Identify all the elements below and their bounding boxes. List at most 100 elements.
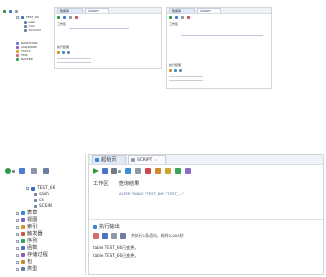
tree-category[interactable]: 函数 — [16, 245, 37, 251]
table-icon — [21, 211, 25, 215]
mini-work-area-label: 工作区 — [169, 22, 179, 26]
output-panel: 执行输出 共执行1条语句，耗时0.002秒 table TEST_66已变更。 … — [89, 219, 323, 275]
tree-category-label: 包 — [27, 259, 33, 265]
mini-toolbar — [169, 16, 269, 20]
tab-label: 起始页 — [101, 157, 117, 163]
mini-tab[interactable]: SCRIPT — [197, 8, 221, 13]
mini-refresh-icon[interactable] — [3, 10, 6, 13]
mini-format-icon[interactable] — [181, 16, 184, 19]
tab-start-page[interactable]: 起始页 — [92, 155, 126, 164]
expander-icon[interactable] — [16, 211, 19, 215]
expander-icon[interactable] — [16, 253, 19, 257]
collapse-icon[interactable] — [43, 168, 49, 174]
expander-icon[interactable] — [16, 246, 19, 250]
mini-export-icon[interactable] — [169, 69, 172, 72]
mini-export-icon[interactable] — [57, 51, 60, 54]
mini-format-icon[interactable] — [69, 16, 72, 19]
chevron-down-icon[interactable] — [118, 170, 121, 173]
tree-category[interactable]: 序列 — [16, 238, 37, 244]
output-icon — [93, 225, 97, 229]
editor-panel: 起始页 SCRIPT × 工作区 查询结果 ALTER TABLE "TEST_… — [88, 154, 324, 275]
format-icon[interactable] — [111, 168, 117, 174]
refresh-icon[interactable] — [19, 168, 25, 174]
tree-category[interactable]: 存储过程 — [16, 252, 48, 258]
mini-clear-icon[interactable] — [67, 51, 70, 54]
expander-icon[interactable] — [16, 225, 19, 229]
tree-category-label: 存储过程 — [27, 252, 48, 258]
history-icon[interactable] — [185, 168, 191, 174]
tree-category[interactable]: 触发器 — [16, 231, 43, 237]
tree-sub-item[interactable]: SCEIN — [34, 204, 52, 209]
mini-clear-icon[interactable] — [179, 69, 182, 72]
save-icon[interactable] — [102, 168, 108, 174]
sequence-icon — [21, 239, 25, 243]
main-screenshot: TEST_66 sash cx SCEIN 表草 视图 索引 触发器 序列 函数… — [0, 152, 326, 277]
mini-expander-icon[interactable] — [16, 16, 19, 19]
run-icon[interactable] — [93, 168, 99, 174]
expander-icon[interactable] — [16, 267, 19, 271]
mini-stop-icon[interactable] — [75, 16, 78, 19]
expander-icon[interactable] — [26, 187, 29, 190]
tree-category-label: 函数 — [27, 245, 38, 251]
tree-category[interactable]: 表草 — [16, 210, 37, 216]
mini-tab[interactable]: SCRIPT — [85, 8, 109, 13]
stop-icon[interactable] — [120, 233, 126, 239]
mini-save-icon[interactable] — [63, 16, 66, 19]
panel-splitter[interactable] — [85, 154, 86, 275]
mini-filter-icon[interactable] — [15, 10, 18, 13]
tab-script[interactable]: SCRIPT × — [128, 155, 166, 164]
mini-run-icon[interactable] — [169, 16, 172, 19]
expander-icon[interactable] — [16, 218, 19, 222]
tree-root[interactable]: TEST_66 — [26, 186, 55, 191]
sql-editor-line[interactable]: ALTER TABLE "TEST_66"."TEST_..." — [119, 191, 184, 196]
wizard-icon[interactable] — [175, 168, 181, 174]
mini-run-icon[interactable] — [57, 16, 60, 19]
comment-icon[interactable] — [155, 168, 161, 174]
eraser-icon[interactable] — [93, 233, 99, 239]
mini-connect-icon[interactable] — [9, 10, 12, 13]
mini-tab[interactable]: 数据库 — [169, 8, 195, 13]
output-title-label: 执行输出 — [99, 224, 120, 230]
edit-icon[interactable] — [165, 168, 171, 174]
expander-icon[interactable] — [16, 260, 19, 264]
mini-tree-group[interactable]: RASTER — [16, 58, 33, 61]
mini-tab-label: 数据库 — [172, 8, 182, 13]
mini-tree-server[interactable]: TEST_66 — [16, 16, 39, 19]
query-results-label[interactable]: 查询结果 — [119, 181, 140, 187]
mini-work-area-label: 工作区 — [57, 22, 67, 26]
tree-category-label: 索引 — [27, 224, 38, 230]
explain-icon[interactable] — [125, 168, 131, 174]
expander-icon[interactable] — [16, 232, 19, 236]
tree-category[interactable]: 类型 — [16, 266, 37, 272]
work-area-label[interactable]: 工作区 — [93, 181, 109, 187]
tree-sub-item[interactable]: cx — [34, 198, 44, 203]
view-icon — [21, 218, 25, 222]
mini-copy-icon[interactable] — [62, 51, 65, 54]
tree-category[interactable]: 包 — [16, 259, 32, 265]
mini-stop-icon[interactable] — [187, 16, 190, 19]
database-icon — [31, 186, 35, 191]
mini-results-label: 执行结果 — [57, 45, 70, 49]
close-icon[interactable]: × — [154, 158, 157, 162]
filter-icon[interactable] — [31, 168, 37, 174]
object-tree-panel: TEST_66 sash cx SCEIN 表草 视图 索引 触发器 序列 函数… — [2, 154, 84, 274]
sql-text: ALTER TABLE "TEST_66"."TEST_..." — [119, 191, 185, 196]
tree-category[interactable]: 索引 — [16, 224, 37, 230]
chevron-down-icon[interactable] — [12, 170, 15, 173]
tree-sub-item[interactable]: sash — [34, 192, 49, 197]
mini-tab[interactable]: 数据库 — [57, 8, 83, 13]
procedure-icon — [21, 253, 25, 257]
rollback-icon[interactable] — [145, 168, 151, 174]
add-connection-icon[interactable] — [5, 168, 11, 174]
copy-icon[interactable] — [102, 233, 108, 239]
output-line: table TEST_66已变更。 — [93, 245, 139, 250]
commit-icon[interactable] — [135, 168, 141, 174]
mini-folder-icon — [16, 58, 19, 61]
tree-category[interactable]: 视图 — [16, 217, 37, 223]
mini-copy-icon[interactable] — [174, 69, 177, 72]
expander-icon[interactable] — [16, 239, 19, 243]
export-icon[interactable] — [111, 233, 117, 239]
mini-tree-child[interactable]: SVCOUT — [24, 29, 41, 32]
mini-save-icon[interactable] — [175, 16, 178, 19]
editor-toolbar — [93, 168, 233, 175]
